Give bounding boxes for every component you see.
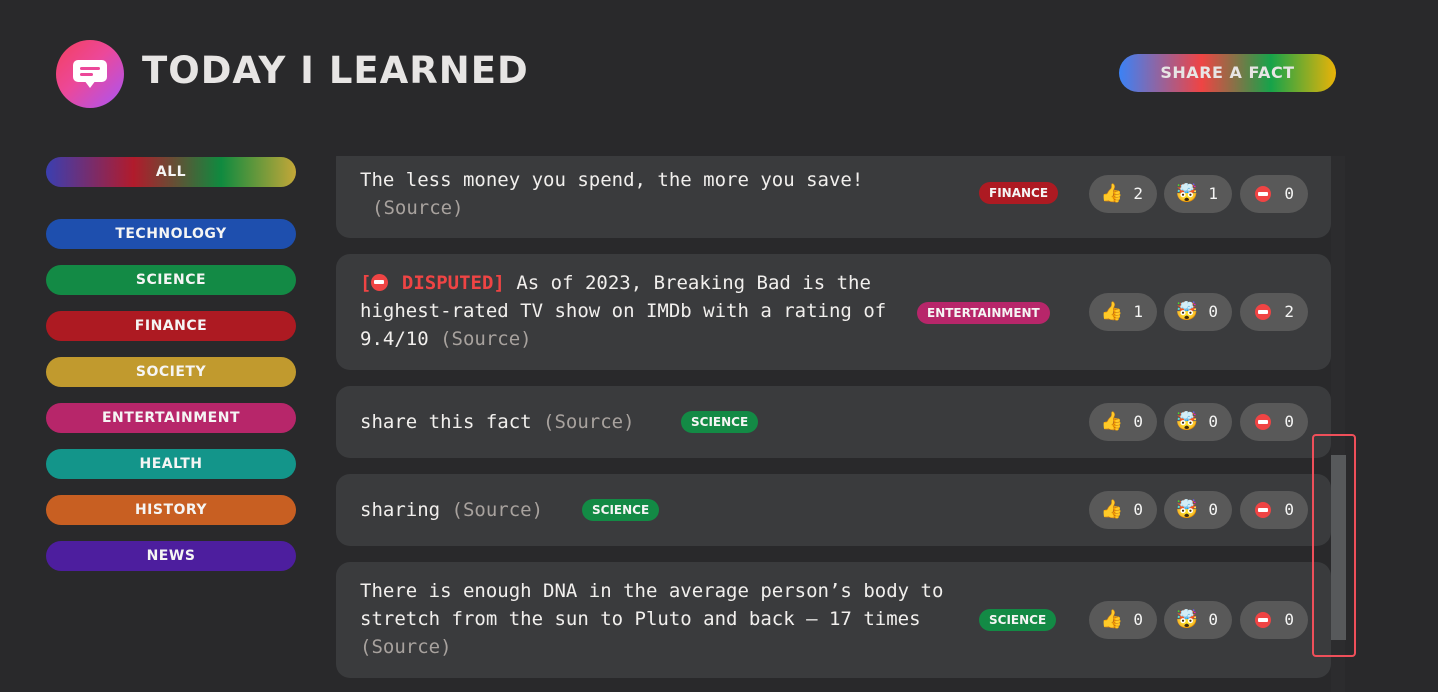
category-finance-button[interactable]: finance [46,311,296,341]
vote-count: 2 [1133,184,1143,203]
category-tag: science [979,609,1057,631]
category-all-button[interactable]: All [46,157,296,187]
vote-mindblowing-button[interactable]: 🤯 0 [1164,491,1232,529]
category-technology-button[interactable]: technology [46,219,296,249]
thumbs-up-icon: 👍 [1100,499,1124,520]
disputed-label: [ DISPUTED] [360,272,505,294]
vote-interesting-button[interactable]: 👍 0 [1089,601,1157,639]
fact-text-content: The less money you spend, the more you s… [360,169,864,191]
fact-item: share this fact (Source) science 👍 0 🤯 0… [336,386,1331,458]
no-entry-icon [1250,175,1276,213]
vote-mindblowing-button[interactable]: 🤯 0 [1164,403,1232,441]
mind-blown-icon: 🤯 [1175,183,1199,204]
category-society-button[interactable]: society [46,357,296,387]
mind-blown-icon: 🤯 [1175,411,1199,432]
fact-item: sharing (Source) science 👍 0 🤯 0 0 [336,474,1331,546]
no-entry-icon [1250,601,1276,639]
source-link[interactable]: (Source) [360,636,452,658]
thumbs-up-icon: 👍 [1100,609,1124,630]
vote-false-button[interactable]: 0 [1240,491,1308,529]
vote-count: 0 [1208,500,1218,519]
mind-blown-icon: 🤯 [1175,609,1199,630]
fact-item: There is enough DNA in the average perso… [336,562,1331,678]
chat-bubble-icon [73,60,107,88]
mind-blown-icon: 🤯 [1175,499,1199,520]
scrollbar-highlight [1312,434,1356,657]
vote-count: 0 [1133,500,1143,519]
fact-text: There is enough DNA in the average perso… [360,577,970,661]
category-entertainment-button[interactable]: entertainment [46,403,296,433]
app-title: Today I Learned [142,49,529,92]
no-entry-icon [371,274,389,291]
source-link[interactable]: (Source) [452,499,544,521]
vote-count: 0 [1133,412,1143,431]
category-news-button[interactable]: news [46,541,296,571]
category-history-button[interactable]: history [46,495,296,525]
vote-false-button[interactable]: 0 [1240,175,1308,213]
category-science-button[interactable]: science [46,265,296,295]
category-tag: finance [979,182,1059,204]
chat-bubble-line [80,73,93,76]
vote-count: 2 [1284,302,1294,321]
mind-blown-icon: 🤯 [1175,301,1199,322]
fact-text-content: There is enough DNA in the average perso… [360,580,944,630]
app-logo [56,40,124,108]
fact-text: The less money you spend, the more you s… [360,166,920,222]
thumbs-up-icon: 👍 [1100,301,1124,322]
vote-count: 0 [1208,412,1218,431]
vote-count: 0 [1284,500,1294,519]
category-tag: science [681,411,759,433]
fact-item: [ DISPUTED] As of 2023, Breaking Bad is … [336,254,1331,370]
source-link[interactable]: (Source) [372,197,464,219]
vote-count: 0 [1208,302,1218,321]
vote-count: 1 [1133,302,1143,321]
vote-count: 0 [1284,412,1294,431]
vote-false-button[interactable]: 2 [1240,293,1308,331]
vote-count: 0 [1208,610,1218,629]
vote-count: 0 [1284,184,1294,203]
thumbs-up-icon: 👍 [1100,411,1124,432]
source-link[interactable]: (Source) [440,328,532,350]
share-fact-button[interactable]: Share a fact [1119,54,1336,92]
vote-interesting-button[interactable]: 👍 0 [1089,491,1157,529]
vote-mindblowing-button[interactable]: 🤯 1 [1164,175,1232,213]
no-entry-icon [1250,491,1276,529]
vote-interesting-button[interactable]: 👍 0 [1089,403,1157,441]
fact-text: share this fact (Source) [360,408,1000,436]
fact-text: [ DISPUTED] As of 2023, Breaking Bad is … [360,269,900,353]
fact-text: sharing (Source) [360,496,1000,524]
category-health-button[interactable]: health [46,449,296,479]
fact-text-content: share this fact [360,411,532,433]
vote-interesting-button[interactable]: 👍 2 [1089,175,1157,213]
fact-text-content: sharing [360,499,441,521]
no-entry-icon [1250,293,1276,331]
vote-interesting-button[interactable]: 👍 1 [1089,293,1157,331]
vote-count: 0 [1284,610,1294,629]
thumbs-up-icon: 👍 [1100,183,1124,204]
facts-list: The less money you spend, the more you s… [336,156,1331,692]
vote-count: 0 [1133,610,1143,629]
category-tag: science [582,499,660,521]
chat-bubble-line [80,67,100,70]
category-tag: entertainment [917,302,1050,324]
vote-mindblowing-button[interactable]: 🤯 0 [1164,601,1232,639]
source-link[interactable]: (Source) [543,411,635,433]
vote-count: 1 [1208,184,1218,203]
vote-false-button[interactable]: 0 [1240,403,1308,441]
vote-mindblowing-button[interactable]: 🤯 0 [1164,293,1232,331]
no-entry-icon [1250,403,1276,441]
fact-item: The less money you spend, the more you s… [336,156,1331,238]
vote-false-button[interactable]: 0 [1240,601,1308,639]
